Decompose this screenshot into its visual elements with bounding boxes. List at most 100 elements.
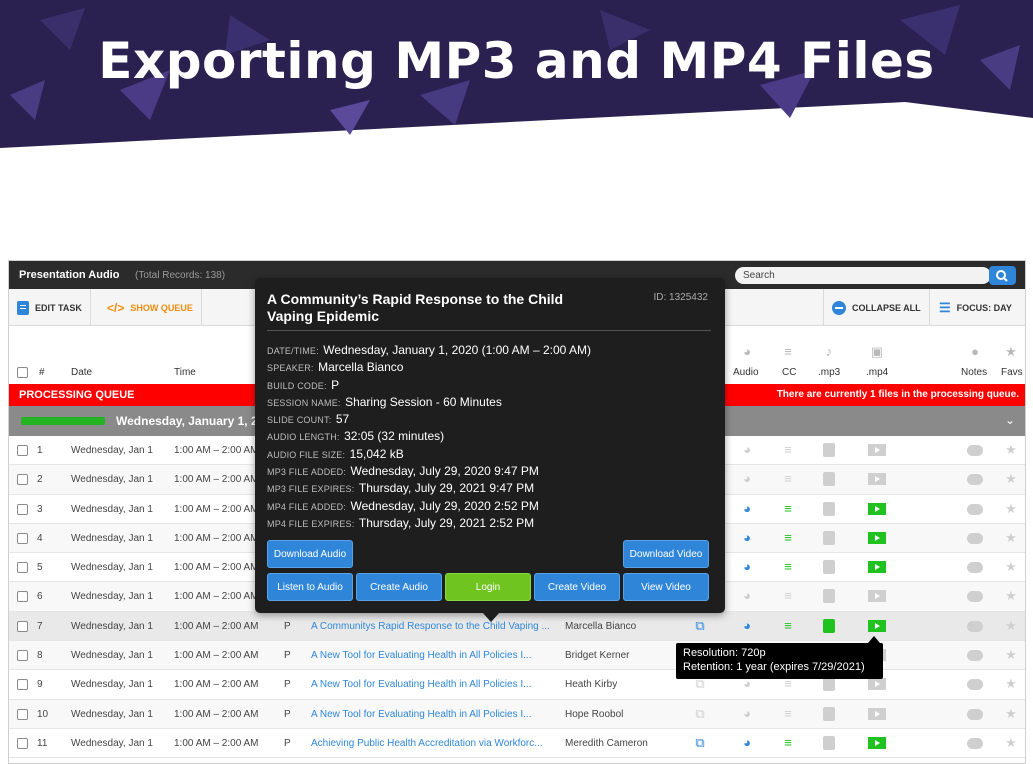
mp4-icon[interactable] bbox=[868, 736, 886, 749]
mp3-icon[interactable] bbox=[823, 589, 835, 604]
col-mp4[interactable]: .mp4 bbox=[866, 367, 888, 378]
audio-icon[interactable]: ◕ bbox=[739, 442, 755, 458]
col-favs[interactable]: Favs bbox=[1001, 367, 1023, 378]
row-checkbox[interactable] bbox=[17, 679, 28, 691]
star-icon[interactable]: ★ bbox=[1003, 442, 1019, 458]
col-time[interactable]: Time bbox=[174, 367, 196, 378]
audio-icon[interactable]: ◕ bbox=[739, 501, 755, 517]
notes-icon[interactable] bbox=[967, 562, 983, 574]
mp4-icon[interactable] bbox=[868, 619, 886, 632]
row-checkbox[interactable] bbox=[17, 503, 28, 515]
cc-icon[interactable]: ≡ bbox=[780, 559, 796, 575]
select-all-checkbox[interactable] bbox=[17, 367, 28, 378]
mp4-icon[interactable] bbox=[868, 473, 886, 486]
notes-icon[interactable] bbox=[967, 532, 983, 544]
star-icon[interactable]: ★ bbox=[1003, 647, 1019, 663]
mp3-icon[interactable] bbox=[823, 706, 835, 721]
audio-icon[interactable]: ◕ bbox=[739, 706, 755, 722]
search-input[interactable]: Search bbox=[735, 267, 991, 284]
audio-icon[interactable]: ◕ bbox=[739, 735, 755, 751]
audio-icon[interactable]: ◕ bbox=[739, 530, 755, 546]
share-icon[interactable]: ⧉ bbox=[692, 618, 708, 634]
star-icon[interactable]: ★ bbox=[1003, 471, 1019, 487]
notes-icon[interactable] bbox=[967, 503, 983, 515]
col-notes[interactable]: Notes bbox=[961, 367, 987, 378]
mp3-icon[interactable] bbox=[823, 618, 835, 633]
login-button[interactable]: Login bbox=[445, 573, 531, 601]
row-checkbox[interactable] bbox=[17, 532, 28, 544]
notes-icon[interactable] bbox=[967, 620, 983, 632]
cc-icon[interactable]: ≡ bbox=[780, 618, 796, 634]
mp4-icon[interactable] bbox=[868, 590, 886, 603]
row-title-link[interactable]: A New Tool for Evaluating Health in All … bbox=[311, 679, 559, 690]
row-title-link[interactable]: A New Tool for Evaluating Health in All … bbox=[311, 709, 559, 720]
search-button[interactable] bbox=[989, 266, 1016, 285]
mp4-icon[interactable] bbox=[868, 707, 886, 720]
col-mp3[interactable]: .mp3 bbox=[818, 367, 840, 378]
mp3-icon[interactable] bbox=[823, 677, 835, 692]
table-row[interactable]: 10 Wednesday, Jan 1 1:00 AM – 2:00 AM P A Ne… bbox=[9, 699, 1025, 729]
row-title-link[interactable]: A New Tool for Evaluating Health in All … bbox=[311, 650, 559, 661]
audio-icon[interactable]: ◕ bbox=[739, 471, 755, 487]
notes-icon[interactable] bbox=[967, 737, 983, 749]
cc-icon[interactable]: ≡ bbox=[780, 471, 796, 487]
mp4-icon[interactable] bbox=[868, 444, 886, 456]
cc-icon[interactable]: ≡ bbox=[780, 588, 796, 604]
star-icon[interactable]: ★ bbox=[1003, 530, 1019, 546]
row-checkbox[interactable] bbox=[17, 620, 28, 632]
audio-icon[interactable]: ◕ bbox=[739, 618, 755, 634]
cc-icon[interactable]: ≡ bbox=[780, 501, 796, 517]
row-checkbox[interactable] bbox=[17, 737, 28, 749]
row-checkbox[interactable] bbox=[17, 474, 28, 486]
mp3-icon[interactable] bbox=[823, 560, 835, 575]
mp4-icon[interactable] bbox=[868, 678, 886, 691]
edit-task-button[interactable]: EDIT TASK bbox=[9, 289, 91, 326]
create-video-button[interactable]: Create Video bbox=[534, 573, 620, 601]
cc-icon[interactable]: ≡ bbox=[780, 735, 796, 751]
download-video-button[interactable]: Download Video bbox=[623, 540, 709, 568]
mp4-icon[interactable] bbox=[868, 502, 886, 515]
star-icon[interactable]: ★ bbox=[1003, 501, 1019, 517]
mp3-icon[interactable] bbox=[823, 501, 835, 516]
row-checkbox[interactable] bbox=[17, 562, 28, 574]
row-title-link[interactable]: Achieving Public Health Accreditation vi… bbox=[311, 738, 559, 749]
chevron-down-icon[interactable]: ⌄ bbox=[1005, 413, 1015, 427]
mp3-icon[interactable] bbox=[823, 735, 835, 750]
cc-icon[interactable]: ≡ bbox=[780, 442, 796, 458]
share-icon[interactable]: ⧉ bbox=[692, 735, 708, 751]
show-queue-button[interactable]: </> SHOW QUEUE bbox=[99, 289, 202, 326]
mp4-icon[interactable] bbox=[868, 531, 886, 544]
notes-icon[interactable] bbox=[967, 679, 983, 691]
col-cc[interactable]: CC bbox=[782, 367, 796, 378]
star-icon[interactable]: ★ bbox=[1003, 706, 1019, 722]
mp3-icon[interactable] bbox=[823, 443, 835, 457]
star-icon[interactable]: ★ bbox=[1003, 735, 1019, 751]
focus-day-button[interactable]: ☰ FOCUS: DAY bbox=[931, 289, 1020, 326]
cc-icon[interactable]: ≡ bbox=[780, 706, 796, 722]
table-row[interactable]: 11 Wednesday, Jan 1 1:00 AM – 2:00 AM P Achi… bbox=[9, 728, 1025, 759]
row-checkbox[interactable] bbox=[17, 708, 28, 720]
mp4-icon[interactable] bbox=[868, 561, 886, 574]
notes-icon[interactable] bbox=[967, 445, 983, 456]
row-checkbox[interactable] bbox=[17, 591, 28, 603]
row-checkbox[interactable] bbox=[17, 650, 28, 662]
collapse-all-button[interactable]: COLLAPSE ALL bbox=[823, 289, 930, 326]
row-title-link[interactable]: A Communitys Rapid Response to the Child… bbox=[311, 621, 559, 632]
listen-audio-button[interactable]: Listen to Audio bbox=[267, 573, 353, 601]
audio-icon[interactable]: ◕ bbox=[739, 588, 755, 604]
mp3-icon[interactable] bbox=[823, 530, 835, 545]
star-icon[interactable]: ★ bbox=[1003, 618, 1019, 634]
col-audio[interactable]: Audio bbox=[733, 367, 759, 378]
col-date[interactable]: Date bbox=[71, 367, 92, 378]
view-video-button[interactable]: View Video bbox=[623, 573, 709, 601]
star-icon[interactable]: ★ bbox=[1003, 559, 1019, 575]
audio-icon[interactable]: ◕ bbox=[739, 559, 755, 575]
mp3-icon[interactable] bbox=[823, 472, 835, 487]
notes-icon[interactable] bbox=[967, 591, 983, 603]
star-icon[interactable]: ★ bbox=[1003, 676, 1019, 692]
create-audio-button[interactable]: Create Audio bbox=[356, 573, 442, 601]
row-checkbox[interactable] bbox=[17, 445, 28, 456]
cc-icon[interactable]: ≡ bbox=[780, 530, 796, 546]
share-icon[interactable]: ⧉ bbox=[692, 706, 708, 722]
download-audio-button[interactable]: Download Audio bbox=[267, 540, 353, 568]
